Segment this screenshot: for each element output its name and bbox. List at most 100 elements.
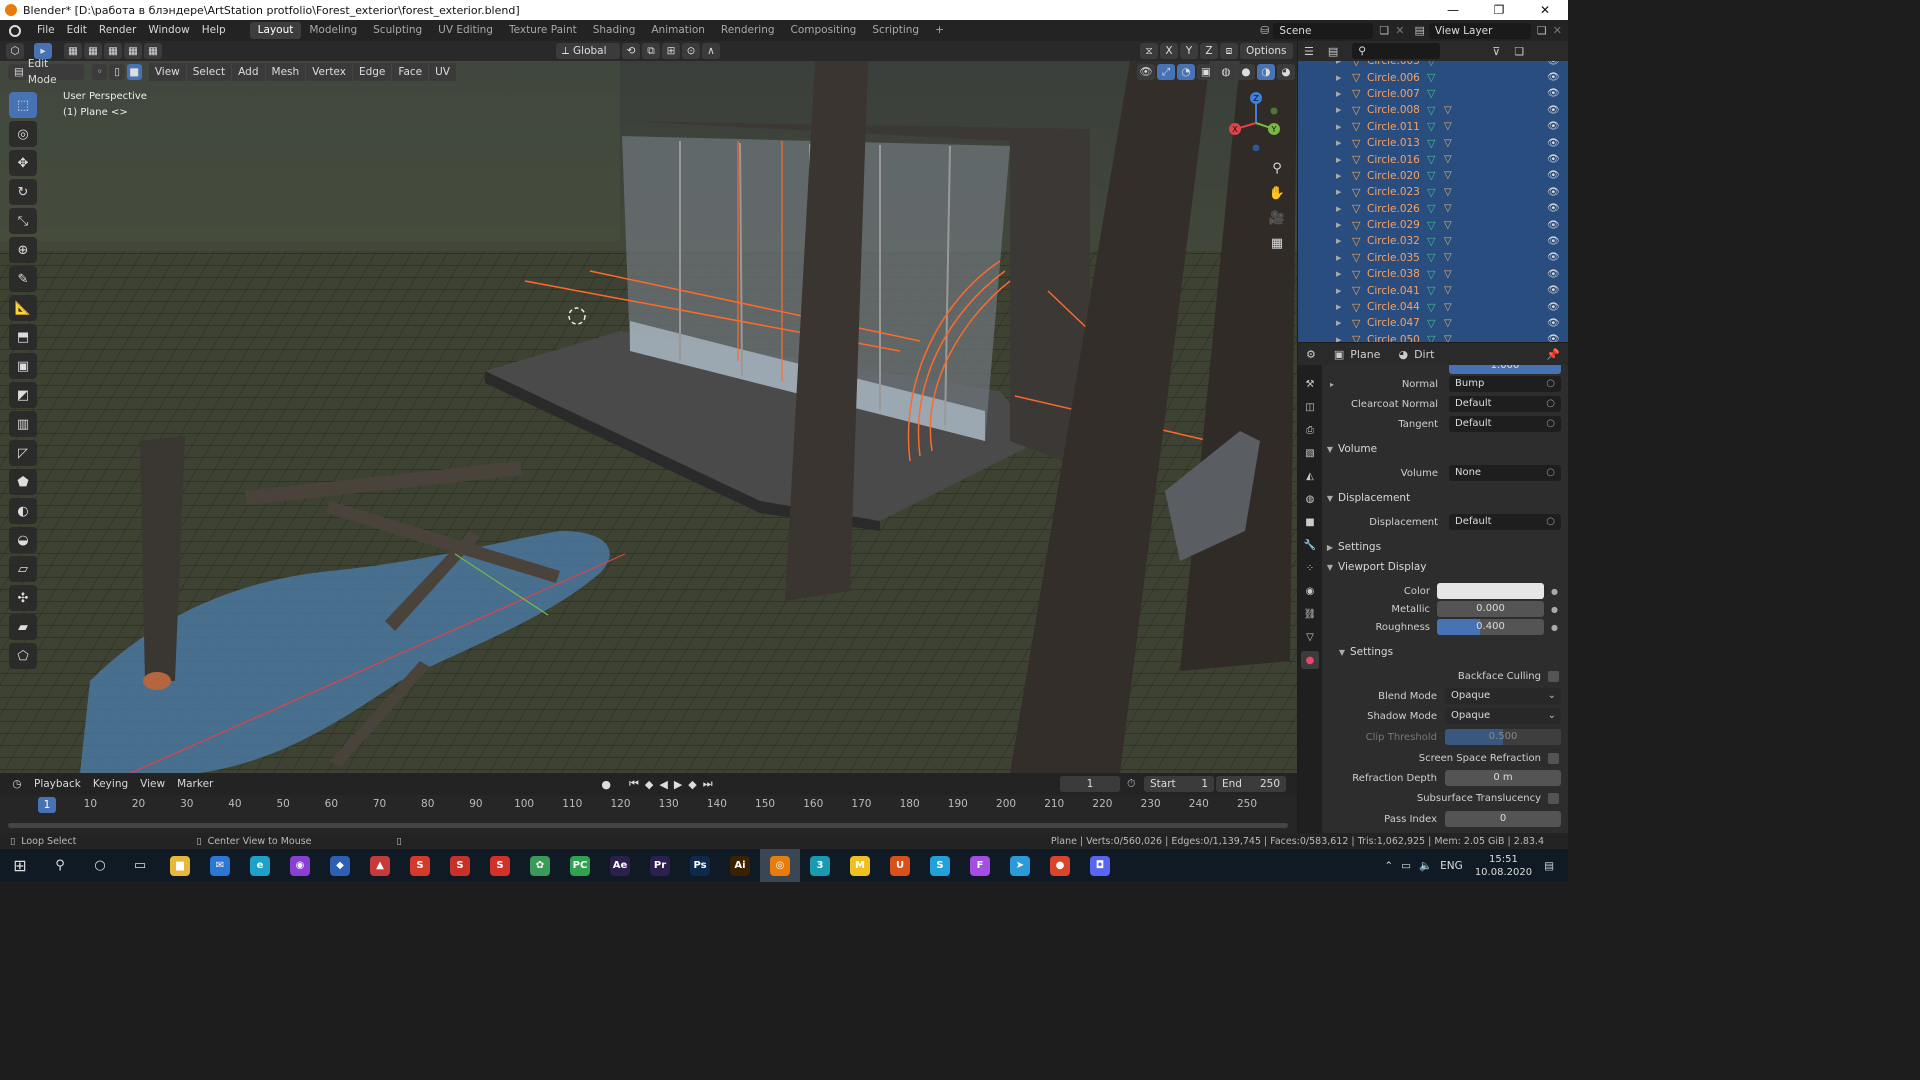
mesh-data-icon[interactable]: ▽ bbox=[1427, 61, 1435, 68]
color-swatch[interactable] bbox=[1437, 583, 1544, 599]
record-icon[interactable]: ● bbox=[601, 778, 611, 791]
outliner-row[interactable]: ▶ ▽ Circle.007 ▽ 👁 bbox=[1298, 86, 1568, 102]
smooth-tool-icon[interactable]: ◒ bbox=[9, 527, 37, 553]
play-reverse-icon[interactable]: ◀ bbox=[659, 778, 667, 791]
scene-tab-icon[interactable]: ◭ bbox=[1301, 467, 1319, 485]
new-view-layer-icon[interactable]: ❏ bbox=[1537, 24, 1547, 37]
visibility-eye-icon[interactable]: 👁 bbox=[1547, 269, 1560, 280]
visibility-eye-icon[interactable]: 👁 bbox=[1547, 334, 1560, 342]
outliner-row[interactable]: ▶ ▽ Circle.008 ▽ ▽ 👁 bbox=[1298, 102, 1568, 118]
outliner-row[interactable]: ▶ ▽ Circle.044 ▽ ▽ 👁 bbox=[1298, 299, 1568, 315]
expand-arrow-icon[interactable]: ▶ bbox=[1336, 221, 1341, 229]
menu-render[interactable]: Render bbox=[93, 20, 142, 41]
spin-tool-icon[interactable]: ◐ bbox=[9, 498, 37, 524]
taskbar-app-chrome[interactable]: ● bbox=[1040, 849, 1080, 882]
outliner-row[interactable]: ▶ ▽ Circle.029 ▽ ▽ 👁 bbox=[1298, 217, 1568, 233]
visibility-eye-icon[interactable]: 👁 bbox=[1547, 318, 1560, 329]
menu-face[interactable]: Face bbox=[392, 63, 429, 81]
expand-arrow-icon[interactable]: ▶ bbox=[1336, 188, 1341, 196]
roughness-keyframe-icon[interactable]: ● bbox=[1551, 623, 1558, 632]
workspace-tab-modeling[interactable]: Modeling bbox=[301, 22, 365, 39]
expand-arrow-icon[interactable]: ▶ bbox=[1336, 139, 1341, 147]
outliner-row[interactable]: ▶ ▽ Circle.003 ▽ 👁 bbox=[1298, 61, 1568, 69]
world-tab-icon[interactable]: ◍ bbox=[1301, 490, 1319, 508]
particles-tab-icon[interactable]: ⁘ bbox=[1301, 559, 1319, 577]
mesh-data-icon[interactable]: ▽ bbox=[1427, 268, 1435, 281]
outliner-item-name[interactable]: Circle.044 bbox=[1367, 301, 1420, 313]
vertex-select-icon[interactable]: ◦ bbox=[92, 64, 108, 80]
proportional-falloff-icon[interactable]: ∧ bbox=[702, 43, 720, 59]
outliner-item-name[interactable]: Circle.026 bbox=[1367, 203, 1420, 215]
pin-icon[interactable]: 📌 bbox=[1546, 348, 1560, 361]
jump-start-icon[interactable]: ⏮ bbox=[629, 777, 639, 791]
visibility-eye-icon[interactable]: 👁 bbox=[1547, 285, 1560, 296]
taskbar-app-edge[interactable]: e bbox=[240, 849, 280, 882]
material-tab-icon[interactable]: ● bbox=[1301, 651, 1319, 669]
visibility-eye-icon[interactable]: 👁 bbox=[1547, 61, 1560, 67]
move-tool-icon[interactable]: ✥ bbox=[9, 150, 37, 176]
workspace-tab-shading[interactable]: Shading bbox=[585, 22, 644, 39]
filter-icon[interactable]: ⊽ bbox=[1492, 45, 1500, 58]
network-icon[interactable]: ▭ bbox=[1401, 860, 1411, 872]
jump-end-icon[interactable]: ⏭ bbox=[703, 777, 713, 791]
annotate-tool-icon[interactable]: ✎ bbox=[9, 266, 37, 292]
options-dropdown[interactable]: Options bbox=[1240, 43, 1293, 59]
outliner-row[interactable]: ▶ ▽ Circle.016 ▽ ▽ 👁 bbox=[1298, 151, 1568, 167]
sub-settings-panel-header[interactable]: ▼ Settings bbox=[1334, 642, 1568, 662]
rotate-tool-icon[interactable]: ↻ bbox=[9, 179, 37, 205]
workspace-tab-layout[interactable]: Layout bbox=[249, 22, 302, 39]
taskbar-app-photoshop[interactable]: Ps bbox=[680, 849, 720, 882]
editor-type-icon[interactable]: ⬡ bbox=[6, 43, 24, 59]
extrude-tool-icon[interactable]: ⬒ bbox=[9, 324, 37, 350]
refraction-depth-field[interactable]: 0 m bbox=[1445, 770, 1561, 786]
outliner-row[interactable]: ▶ ▽ Circle.023 ▽ ▽ 👁 bbox=[1298, 184, 1568, 200]
timeline-scrollbar[interactable] bbox=[8, 823, 1288, 828]
task-view-icon[interactable]: ▭ bbox=[120, 849, 160, 882]
expand-arrow-icon[interactable]: ▶ bbox=[1336, 74, 1341, 82]
minimize-button[interactable]: — bbox=[1430, 0, 1476, 20]
scene-selector[interactable]: Scene bbox=[1273, 22, 1374, 39]
menu-vertex[interactable]: Vertex bbox=[306, 63, 352, 81]
mesh-data-icon[interactable]: ▽ bbox=[1427, 219, 1435, 232]
output-tab-icon[interactable]: ⎙ bbox=[1301, 421, 1319, 439]
modifiers-tab-icon[interactable]: 🔧 bbox=[1301, 536, 1319, 554]
transform-orientation-dropdown[interactable]: ⟂ Global bbox=[556, 43, 620, 59]
outliner[interactable]: ▶ ▽ Circle.003 ▽ 👁 ▶ ▽ Circle.006 ▽ 👁 ▶ ▽ Circle.007… bbox=[1298, 61, 1568, 342]
material-data-icon[interactable]: ▽ bbox=[1444, 170, 1452, 181]
expand-arrow-icon[interactable]: ▶ bbox=[1336, 123, 1341, 131]
outliner-row[interactable]: ▶ ▽ Circle.038 ▽ ▽ 👁 bbox=[1298, 266, 1568, 282]
visibility-eye-icon[interactable]: 👁 bbox=[1547, 154, 1560, 165]
outliner-row[interactable]: ▶ ▽ Circle.011 ▽ ▽ 👁 bbox=[1298, 119, 1568, 135]
mesh-data-icon[interactable]: ▽ bbox=[1427, 301, 1435, 314]
mesh-data-icon[interactable]: ▽ bbox=[1427, 71, 1435, 84]
language-indicator[interactable]: ENG bbox=[1440, 860, 1463, 872]
visibility-eye-icon[interactable]: 👁 bbox=[1547, 203, 1560, 214]
settings-panel-header[interactable]: ▶ Settings bbox=[1322, 537, 1568, 557]
expand-arrow-icon[interactable]: ▶ bbox=[1336, 90, 1341, 98]
rendered-shading-icon[interactable]: ◕ bbox=[1277, 64, 1295, 80]
visibility-eye-icon[interactable]: 👁 bbox=[1547, 220, 1560, 231]
add-workspace-button[interactable]: + bbox=[927, 22, 952, 39]
outliner-item-name[interactable]: Circle.013 bbox=[1367, 137, 1420, 149]
outliner-item-name[interactable]: Circle.038 bbox=[1367, 268, 1420, 280]
workspace-tab-compositing[interactable]: Compositing bbox=[783, 22, 865, 39]
outliner-item-name[interactable]: Circle.035 bbox=[1367, 252, 1420, 264]
displacement-field[interactable]: Default ○ bbox=[1449, 514, 1561, 530]
bevel-tool-icon[interactable]: ◩ bbox=[9, 382, 37, 408]
taskbar-app-3dsmax[interactable]: 3 bbox=[800, 849, 840, 882]
taskbar-app-app9[interactable]: S bbox=[480, 849, 520, 882]
expand-arrow-icon[interactable]: ▶ bbox=[1336, 303, 1341, 311]
camera-view-icon[interactable]: 🎥 bbox=[1267, 207, 1287, 229]
poly-build-tool-icon[interactable]: ⬟ bbox=[9, 469, 37, 495]
edge-slide-tool-icon[interactable]: ▱ bbox=[9, 556, 37, 582]
playhead-frame[interactable]: 1 bbox=[38, 797, 56, 813]
outliner-item-name[interactable]: Circle.016 bbox=[1367, 154, 1420, 166]
constraints-tab-icon[interactable]: ⛓ bbox=[1301, 605, 1319, 623]
mode-dropdown[interactable]: ▤ Edit Mode bbox=[8, 58, 85, 86]
snap-icon[interactable]: ⧉ bbox=[642, 43, 660, 59]
render-tab-icon[interactable]: ◫ bbox=[1301, 398, 1319, 416]
volume-icon[interactable]: 🔈 bbox=[1419, 859, 1432, 872]
clip-threshold-slider[interactable]: 0.500 bbox=[1445, 729, 1561, 745]
workspace-tab-texture-paint[interactable]: Texture Paint bbox=[501, 22, 585, 39]
transform-tool-icon[interactable]: ⊕ bbox=[9, 237, 37, 263]
